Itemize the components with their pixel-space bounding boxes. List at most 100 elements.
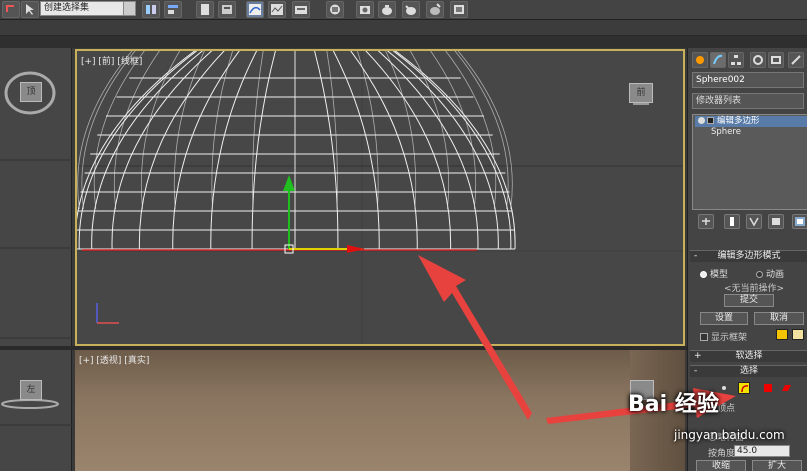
material-editor-icon[interactable] bbox=[292, 1, 310, 18]
perspective-viewport-label[interactable]: [+] [透视] [真实] bbox=[79, 353, 149, 366]
named-selection-set-value: 创建选择集 bbox=[44, 3, 90, 13]
left-viewport-grid bbox=[0, 399, 72, 426]
wireframe-meridian bbox=[386, 51, 499, 250]
settings-button[interactable]: 设置 bbox=[700, 312, 748, 325]
left-viewport[interactable]: 左 bbox=[0, 350, 72, 471]
wireframe-meridian-back bbox=[81, 51, 136, 210]
cancel-button[interactable]: 取消 bbox=[754, 312, 804, 325]
baidu-watermark: Bai 经验 jingyan.baidu.com bbox=[628, 386, 807, 446]
stack-item-label: Sphere bbox=[711, 127, 741, 137]
wireframe-meridian-back bbox=[356, 51, 379, 210]
wireframe-meridian bbox=[91, 51, 204, 250]
lightbulb-icon[interactable] bbox=[698, 117, 705, 124]
top-viewport[interactable]: 顶 bbox=[0, 48, 72, 346]
baidu-jingyan-logo: Bai 经验 bbox=[628, 392, 719, 417]
wireframe-meridian bbox=[111, 51, 213, 250]
perspective-viewport[interactable]: [+] [透视] [真实] bbox=[75, 350, 685, 471]
shrink-button[interactable]: 收缩 bbox=[696, 460, 746, 471]
ribbon-icon[interactable] bbox=[218, 1, 236, 18]
checkbox-box bbox=[700, 333, 708, 341]
wireframe-meridian bbox=[350, 51, 418, 250]
motion-tab-icon[interactable] bbox=[750, 52, 766, 68]
wireframe-meridian bbox=[377, 51, 479, 250]
wireframe-meridian-back bbox=[211, 51, 234, 210]
expand-icon[interactable] bbox=[707, 117, 714, 124]
stack-item-sphere[interactable]: Sphere bbox=[695, 127, 807, 138]
rollout-title-text: 编辑多边形模式 bbox=[717, 251, 781, 261]
ribbon-strip bbox=[0, 20, 807, 36]
align-icon[interactable] bbox=[164, 1, 182, 18]
cage-color-swatch-2[interactable] bbox=[792, 329, 804, 340]
display-tab-icon[interactable] bbox=[768, 52, 784, 68]
object-name-field[interactable]: Sphere002 bbox=[692, 72, 804, 88]
gizmo-y-arrow bbox=[283, 175, 295, 191]
wireframe-meridian-back bbox=[385, 51, 417, 210]
commit-button[interactable]: 提交 bbox=[724, 294, 774, 307]
wireframe-meridian bbox=[394, 51, 516, 250]
grow-button[interactable]: 扩大 bbox=[752, 460, 802, 471]
show-end-result-icon[interactable] bbox=[724, 214, 740, 229]
main-toolbar: 创建选择集 bbox=[0, 0, 807, 20]
mirror-icon[interactable] bbox=[142, 1, 160, 18]
angle-spinner[interactable]: 45.0 bbox=[734, 445, 790, 457]
radio-animate[interactable]: 动画 bbox=[756, 267, 784, 280]
wireframe-meridian-back bbox=[454, 51, 509, 210]
teapot-render-icon[interactable] bbox=[378, 1, 396, 18]
wireframe-meridian-back bbox=[252, 51, 264, 210]
viewcube-top[interactable]: 顶 bbox=[20, 82, 42, 102]
modify-tab-icon[interactable] bbox=[710, 52, 726, 68]
wireframe-meridian bbox=[138, 51, 225, 250]
viewcube-top-label: 顶 bbox=[26, 87, 36, 97]
viewport-header-gap bbox=[0, 36, 807, 48]
wireframe-meridian-back bbox=[77, 51, 133, 210]
render-setup-icon[interactable] bbox=[326, 1, 344, 18]
wireframe-meridian-back bbox=[173, 51, 205, 210]
checkbox-label: 显示框架 bbox=[711, 333, 748, 343]
hierarchy-tab-icon[interactable] bbox=[728, 52, 744, 68]
chevron-down-icon bbox=[123, 2, 135, 15]
viewcube-front-label: 前 bbox=[636, 88, 646, 98]
make-unique-icon[interactable] bbox=[746, 214, 762, 229]
viewcube-left[interactable]: 左 bbox=[20, 380, 42, 400]
front-viewport[interactable]: [+] [前] [线框] 前 bbox=[75, 49, 685, 346]
rollout-selection[interactable]: - 选择 bbox=[690, 365, 807, 377]
active-shade-icon[interactable] bbox=[426, 1, 444, 18]
viewcube-left-label: 左 bbox=[26, 385, 36, 395]
show-cage-checkbox[interactable]: 显示框架 bbox=[700, 330, 747, 343]
cursor-icon[interactable] bbox=[21, 1, 39, 18]
pin-stack-icon[interactable] bbox=[698, 214, 714, 229]
radio-label: 模型 bbox=[710, 270, 729, 280]
named-selection-set-dropdown[interactable]: 创建选择集 bbox=[40, 1, 136, 16]
rollout-collapse-icon: - bbox=[694, 251, 698, 261]
layer-icon[interactable] bbox=[196, 1, 214, 18]
modifier-list-dropdown[interactable]: 修改器列表 bbox=[692, 93, 804, 109]
curve-editor-icon[interactable] bbox=[246, 1, 264, 18]
radio-model[interactable]: 模型 bbox=[700, 267, 728, 280]
stack-item-label: 编辑多边形 bbox=[717, 116, 760, 126]
rollout-expand-icon: + bbox=[694, 351, 702, 361]
configure-modifier-sets-icon[interactable] bbox=[792, 214, 807, 229]
current-operation-text: <无当前操作> bbox=[724, 284, 785, 294]
create-tab-icon[interactable] bbox=[692, 52, 708, 68]
sphere-wireframe bbox=[77, 51, 683, 344]
rollout-title-text: 软选择 bbox=[735, 351, 763, 361]
rollout-collapse-icon: - bbox=[694, 366, 698, 376]
wireframe-meridian-back bbox=[457, 51, 513, 210]
radio-dot bbox=[756, 271, 763, 278]
remove-modifier-icon[interactable] bbox=[768, 214, 784, 229]
schematic-icon[interactable] bbox=[268, 1, 286, 18]
viewcube-front[interactable]: 前 bbox=[629, 83, 653, 103]
utilities-tab-icon[interactable] bbox=[788, 52, 804, 68]
render-window-icon[interactable] bbox=[450, 1, 468, 18]
rollout-edit-poly-mode[interactable]: - 编辑多边形模式 bbox=[690, 250, 807, 262]
cage-color-swatch-1[interactable] bbox=[776, 329, 788, 340]
stack-item-edit-poly[interactable]: 编辑多边形 bbox=[695, 116, 807, 127]
undo-icon[interactable] bbox=[2, 1, 20, 18]
watermark-url: jingyan.baidu.com bbox=[674, 428, 785, 442]
rollout-soft-selection[interactable]: + 软选择 bbox=[690, 350, 807, 362]
modifier-stack: 编辑多边形 Sphere bbox=[692, 114, 807, 210]
radio-label: 动画 bbox=[766, 270, 785, 280]
render-icon[interactable] bbox=[402, 1, 420, 18]
wireframe-meridian bbox=[172, 51, 240, 250]
render-frame-icon[interactable] bbox=[356, 1, 374, 18]
